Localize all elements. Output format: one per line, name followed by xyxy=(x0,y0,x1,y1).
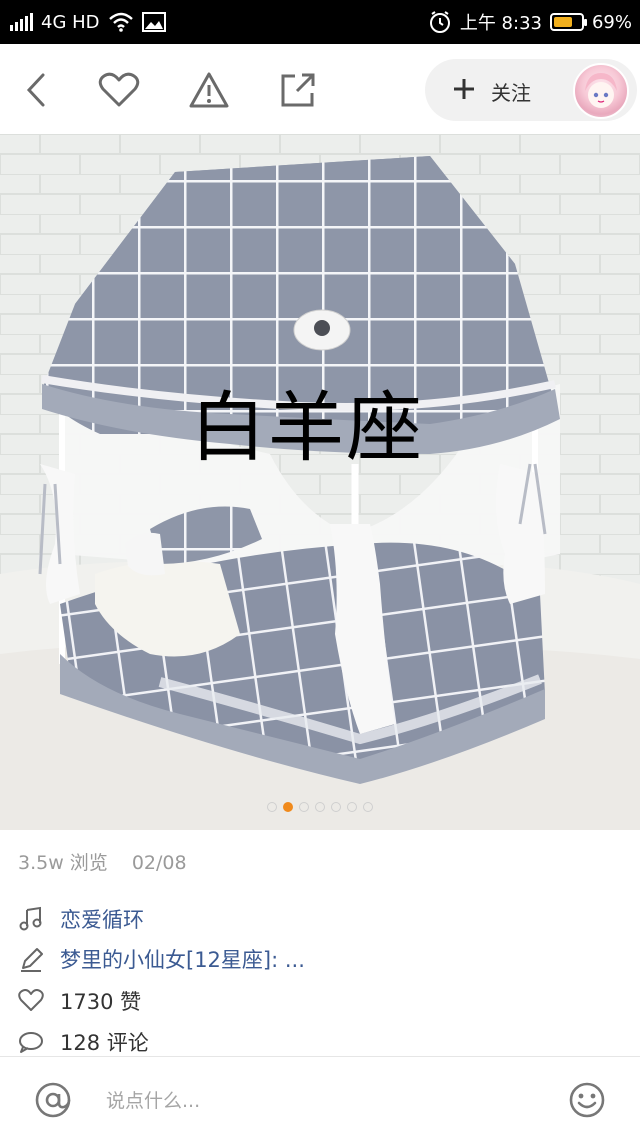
carousel-dots xyxy=(0,802,640,812)
music-note-icon xyxy=(18,906,44,932)
carousel-dot[interactable] xyxy=(315,802,325,812)
share-icon xyxy=(281,73,315,107)
follow-label: 关注 xyxy=(491,81,531,105)
plus-icon xyxy=(454,79,474,99)
post-meta: 3.5w 浏览 02/08 xyxy=(18,848,205,875)
author-name: 梦里的小仙女[12星座]: ... xyxy=(60,948,305,972)
comments-count: 128 评论 xyxy=(60,1031,149,1055)
likes-count: 1730 赞 xyxy=(60,990,142,1014)
at-mention-icon[interactable] xyxy=(34,1081,72,1119)
battery-icon xyxy=(549,13,587,31)
status-bar: 4G HD 上午 8:33 69% xyxy=(0,0,640,44)
top-nav: 关注 xyxy=(0,44,640,134)
comments-row[interactable]: 128 评论 xyxy=(18,1027,149,1057)
alarm-icon xyxy=(429,11,450,33)
post-date: 02/08 xyxy=(131,852,187,874)
clock: 上午 8:33 xyxy=(459,13,542,34)
warning-icon xyxy=(189,72,229,108)
carousel-dot[interactable] xyxy=(331,802,341,812)
signal-icon xyxy=(10,13,33,31)
music-title: 恋爱循环 xyxy=(60,908,144,932)
pet-bed-image xyxy=(0,134,640,830)
heart-icon xyxy=(18,988,44,1014)
wifi-icon xyxy=(108,12,133,32)
carousel-dot[interactable] xyxy=(299,802,309,812)
view-count: 3.5w 浏览 xyxy=(18,852,108,874)
follow-button[interactable]: 关注 xyxy=(425,59,637,121)
battery-percent: 69% xyxy=(591,11,632,33)
comment-bubble-icon xyxy=(18,1029,44,1055)
carousel-dot[interactable] xyxy=(347,802,357,812)
heart-icon xyxy=(98,72,140,107)
carousel-dot[interactable] xyxy=(267,802,277,812)
comment-bar xyxy=(0,1056,640,1138)
network-label: 4G HD xyxy=(41,11,100,33)
likes-row[interactable]: 1730 赞 xyxy=(18,986,141,1016)
music-row[interactable]: 恋爱循环 xyxy=(18,904,144,934)
share-button[interactable] xyxy=(276,68,320,112)
pencil-icon xyxy=(18,946,44,972)
avatar[interactable] xyxy=(573,63,629,119)
photo-caption: 白羊座 xyxy=(190,383,424,472)
author-row[interactable]: 梦里的小仙女[12星座]: ... xyxy=(18,944,305,974)
emoji-icon[interactable] xyxy=(568,1081,606,1119)
chevron-left-icon xyxy=(26,73,45,107)
post-photo[interactable]: 白羊座 xyxy=(0,134,640,830)
carousel-dot[interactable] xyxy=(363,802,373,812)
favorite-button[interactable] xyxy=(97,68,141,112)
comment-input[interactable] xyxy=(106,1085,526,1117)
carousel-dot-active[interactable] xyxy=(283,802,293,812)
image-icon xyxy=(141,12,166,32)
back-button[interactable] xyxy=(14,68,58,112)
report-button[interactable] xyxy=(187,68,231,112)
